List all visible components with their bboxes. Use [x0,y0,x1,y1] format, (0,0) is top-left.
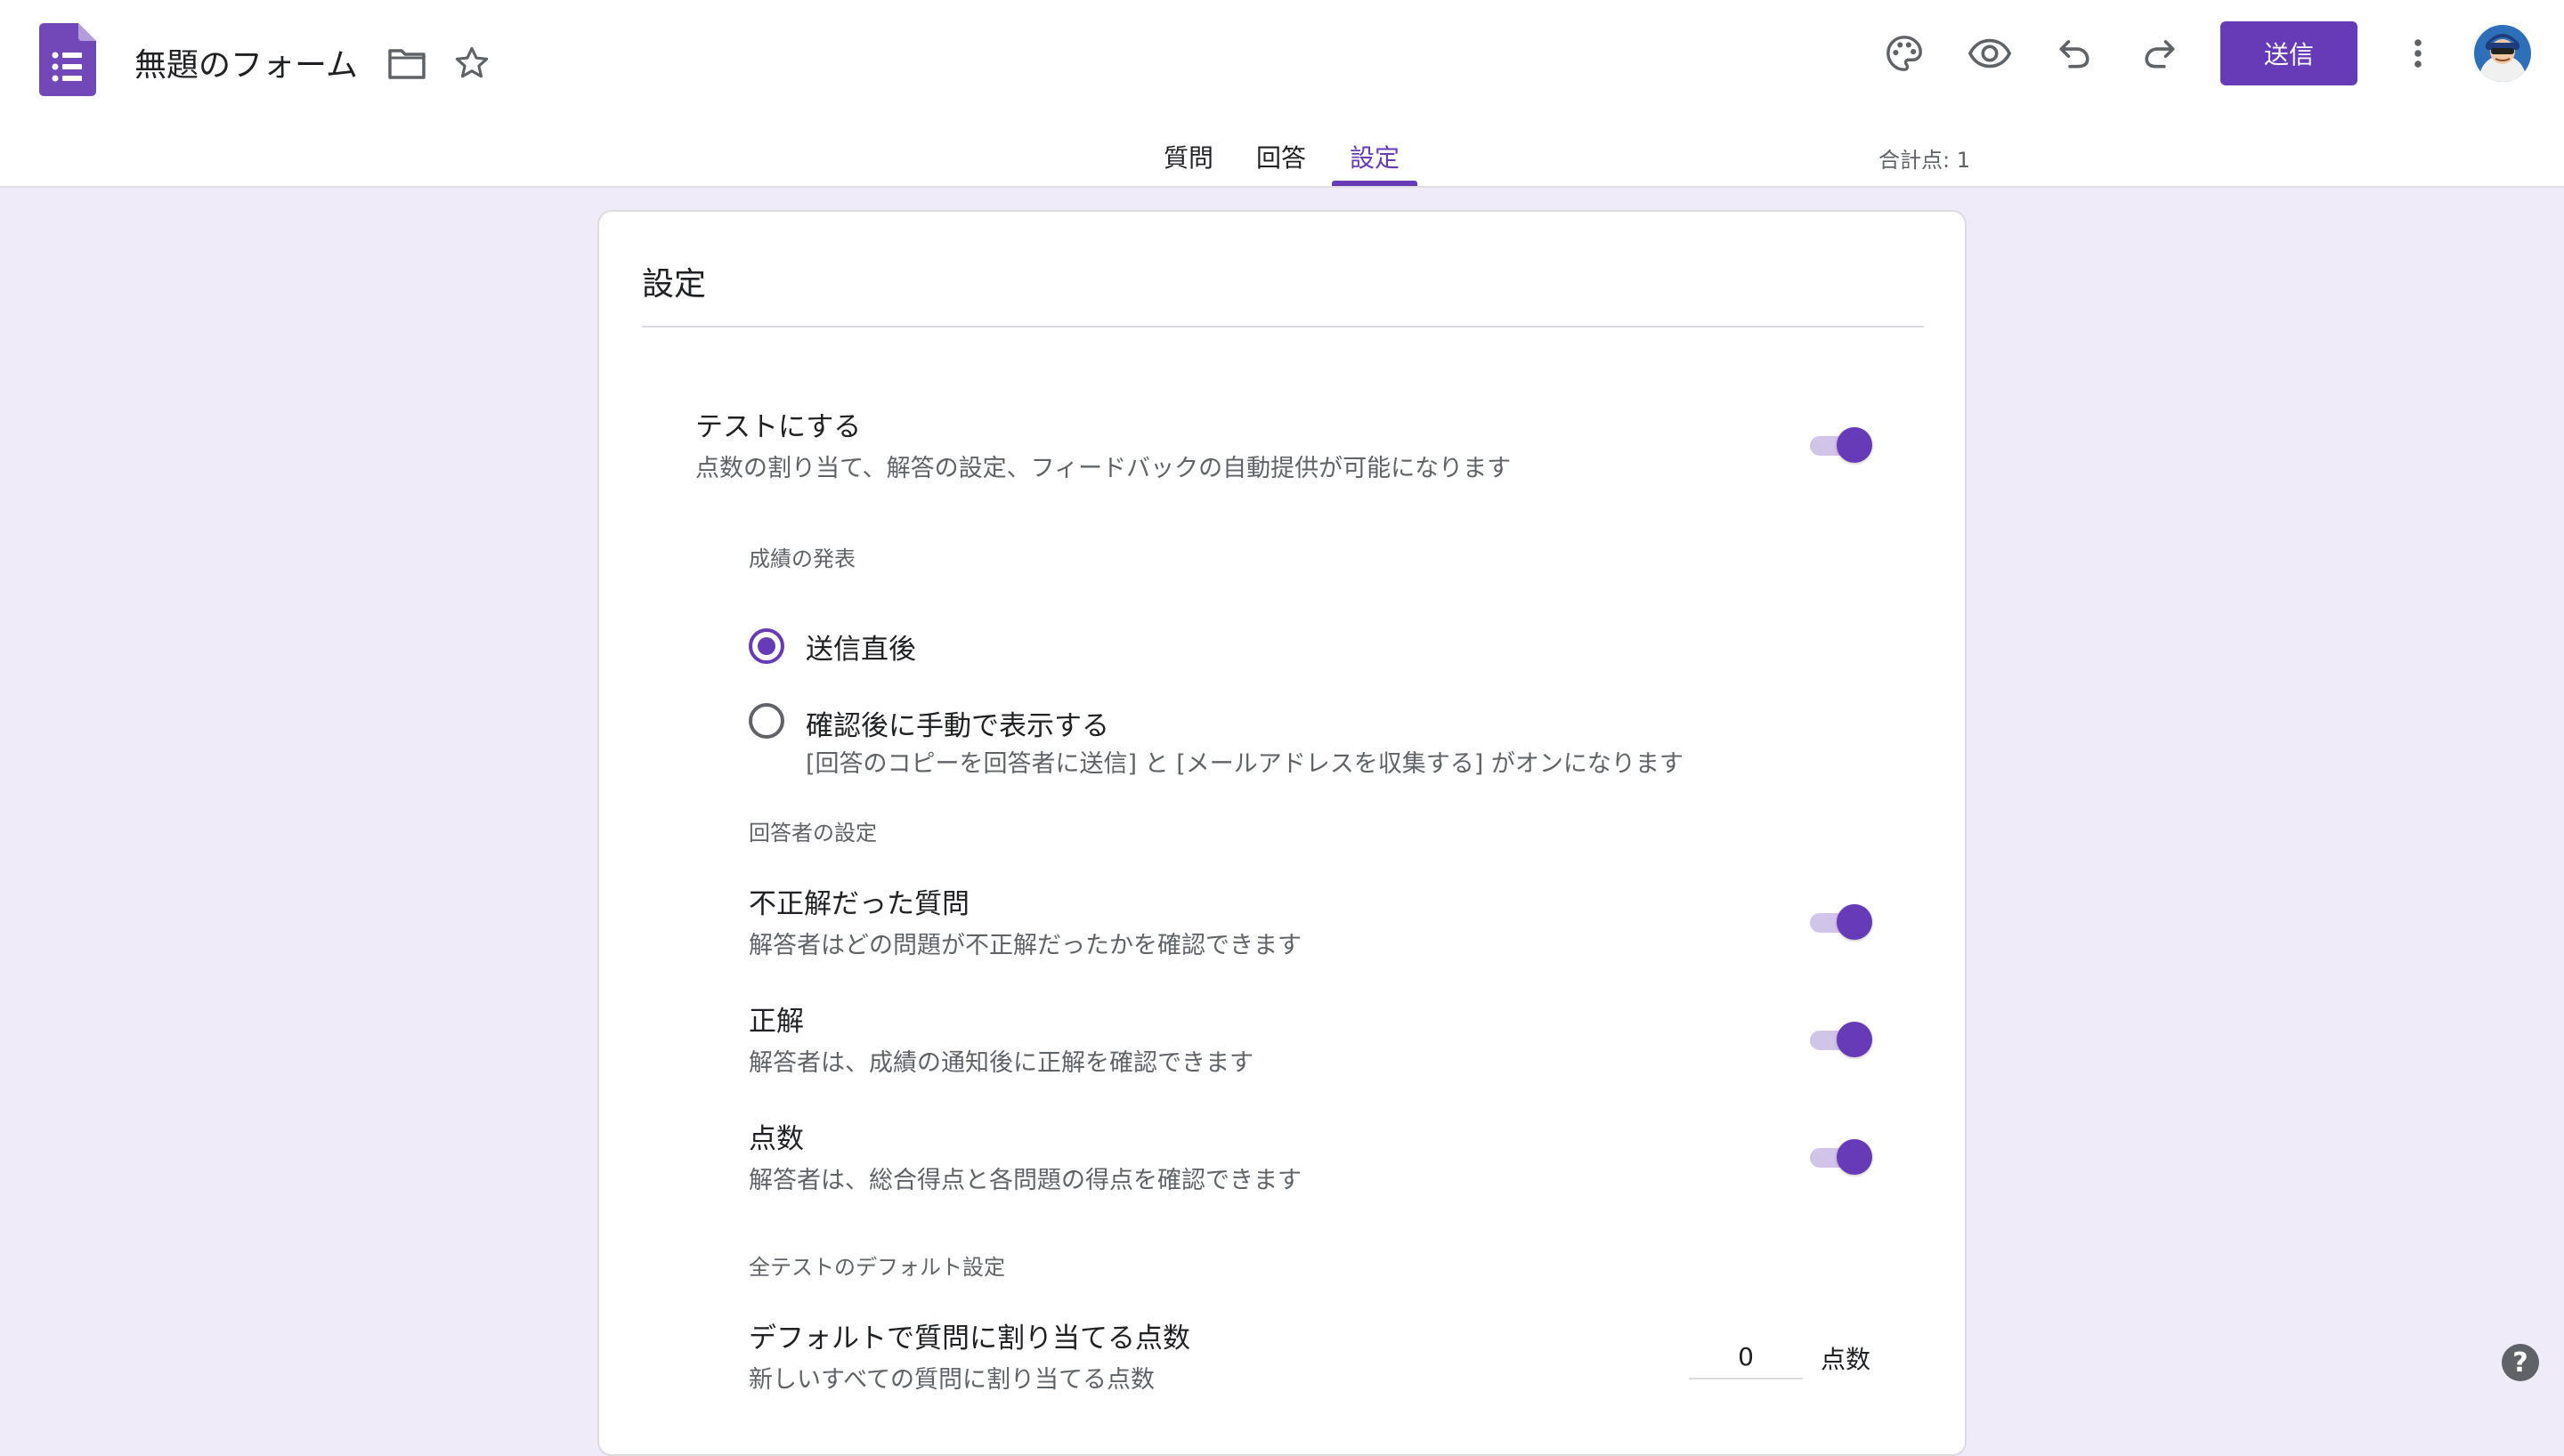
quiz-toggle[interactable] [1805,424,1876,466]
tab-settings[interactable]: 設定 [1350,139,1400,174]
point-values-description: 解答者は、総合得点と各問題の得点を確認できます [749,1167,1302,1194]
more-vert-icon[interactable] [2400,32,2436,75]
star-icon[interactable] [449,41,495,85]
default-points-input[interactable] [1689,1335,1803,1379]
missed-questions-description: 解答者はどの問題が不正解だったかを確認できます [749,932,1302,959]
grade-release-heading: 成績の発表 [749,546,856,571]
forms-logo-icon[interactable] [39,23,96,96]
send-button[interactable]: 送信 [2220,21,2357,85]
form-title[interactable]: 無題のフォーム [134,39,358,85]
tab-questions[interactable]: 質問 [1164,139,1213,174]
respondent-settings-heading: 回答者の設定 [749,821,877,845]
total-points: 合計点: 1 [1878,148,1970,173]
correct-answers-label: 正解 [749,1006,804,1038]
quiz-description: 点数の割り当て、解答の設定、フィードバックの自動提供が可能になります [695,455,1512,482]
undo-icon[interactable] [2052,32,2097,75]
release-manual-label[interactable]: 確認後に手動で表示する [806,703,1109,743]
point-values-toggle[interactable] [1805,1136,1876,1178]
quiz-label: テストにする [695,411,862,443]
preview-eye-icon[interactable] [1965,32,2015,75]
quiz-defaults-heading: 全テストのデフォルト設定 [749,1255,1005,1280]
points-unit-label: 点数 [1821,1345,1871,1374]
account-avatar[interactable] [2474,25,2531,82]
default-points-description: 新しいすべての質問に割り当てる点数 [749,1366,1156,1394]
tab-bar: 質問 回答 設定 [0,133,2564,187]
redo-icon[interactable] [2138,32,2182,75]
release-immediately-label[interactable]: 送信直後 [806,627,916,667]
folder-icon[interactable] [385,43,429,84]
point-values-label: 点数 [749,1123,804,1155]
correct-answers-toggle[interactable] [1805,1018,1876,1061]
correct-answers-description: 解答者は、成績の通知後に正解を確認できます [749,1049,1254,1077]
missed-questions-label: 不正解だった質問 [749,888,970,920]
tab-responses[interactable]: 回答 [1256,139,1306,174]
palette-icon[interactable] [1881,32,1927,75]
settings-card: 設定 テストにする 点数の割り当て、解答の設定、フィードバックの自動提供が可能に… [597,210,1967,1456]
help-icon[interactable]: ? [2502,1344,2539,1381]
missed-questions-toggle[interactable] [1805,901,1876,943]
divider [642,326,1924,328]
release-manual-note: [回答のコピーを回答者に送信] と [メールアドレスを収集する] がオンになりま… [806,750,1684,778]
default-points-label: デフォルトで質問に割り当てる点数 [749,1323,1190,1355]
release-immediately-radio[interactable] [749,628,784,664]
release-manual-radio[interactable] [749,703,784,739]
settings-title: 設定 [642,266,707,303]
active-tab-indicator [1332,181,1417,186]
app-header: 無題のフォーム 送信 質問 回答 設定 合計点: 1 [0,0,2564,188]
